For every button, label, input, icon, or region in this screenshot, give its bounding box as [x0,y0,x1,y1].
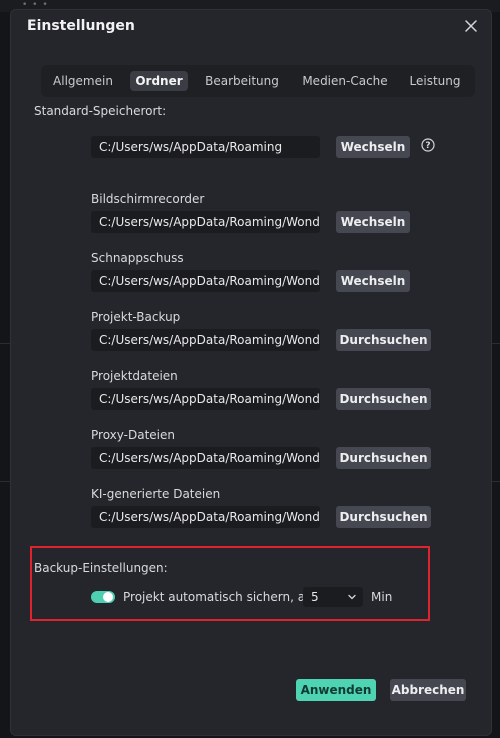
folder-label-ki-generierte-dateien: KI-generierte Dateien [91,487,221,501]
folder-path-schnappschuss[interactable]: C:/Users/ws/AppData/Roaming/Wonder [91,270,320,292]
storage-path-field[interactable]: C:/Users/ws/AppData/Roaming [91,136,320,158]
folder-label-schnappschuss: Schnappschuss [91,251,184,265]
background-divider [0,343,10,344]
browse-button-projektdateien[interactable]: Durchsuchen [336,388,431,410]
help-circle-icon[interactable]: ? [421,138,435,152]
folder-path-projekt-backup[interactable]: C:/Users/ws/AppData/Roaming/Wonder [91,329,320,351]
auto-backup-label: Projekt automatisch sichern, alle [123,590,320,604]
browse-button-ki-generierte-dateien[interactable]: Durchsuchen [336,506,431,528]
folder-path-bildschirmrecorder[interactable]: C:/Users/ws/AppData/Roaming/Wonder [91,211,320,233]
toggle-knob [103,592,113,602]
backup-interval-select[interactable]: 5 [303,587,363,607]
backup-interval-value: 5 [311,590,319,604]
browse-button-projekt-backup[interactable]: Durchsuchen [336,329,431,351]
folder-label-projekt-backup: Projekt-Backup [91,310,181,324]
change-button-bildschirmrecorder[interactable]: Wechseln [336,211,410,233]
settings-dialog: Einstellungen Allgemein Ordner Bearbeitu… [10,9,492,736]
folder-label-proxy-dateien: Proxy-Dateien [91,428,175,442]
close-icon[interactable] [463,18,479,34]
dialog-title: Einstellungen [27,18,135,34]
storage-label: Standard-Speicherort: [34,104,167,118]
auto-backup-toggle[interactable] [91,591,115,603]
folder-label-projektdateien: Projektdateien [91,369,178,383]
backup-settings-highlight [30,546,430,621]
tab-ordner[interactable]: Ordner [130,71,188,91]
tab-bearbeitung[interactable]: Bearbeitung [203,71,281,91]
cancel-button[interactable]: Abbrechen [390,679,466,701]
folder-path-ki-generierte-dateien[interactable]: C:/Users/ws/AppData/Roaming/Wonder [91,506,320,528]
tab-leistung[interactable]: Leistung [405,71,465,91]
tab-medien-cache[interactable]: Medien-Cache [297,71,393,91]
backup-heading: Backup-Einstellungen: [34,561,168,575]
folder-label-bildschirmrecorder: Bildschirmrecorder [91,192,205,206]
change-button-schnappschuss[interactable]: Wechseln [336,270,410,292]
svg-text:?: ? [425,141,430,151]
folder-path-projektdateien[interactable]: C:/Users/ws/AppData/Roaming/Wonder [91,388,320,410]
apply-button[interactable]: Anwenden [296,679,376,701]
settings-tabs: Allgemein Ordner Bearbeitung Medien-Cach… [41,65,475,97]
storage-change-button[interactable]: Wechseln [336,136,410,158]
folder-path-proxy-dateien[interactable]: C:/Users/ws/AppData/Roaming/Wonder [91,447,320,469]
chevron-down-icon [348,594,356,600]
browse-button-proxy-dateien[interactable]: Durchsuchen [336,447,431,469]
tab-allgemein[interactable]: Allgemein [49,71,117,91]
background-divider [0,481,10,482]
backup-interval-unit: Min [371,590,393,604]
